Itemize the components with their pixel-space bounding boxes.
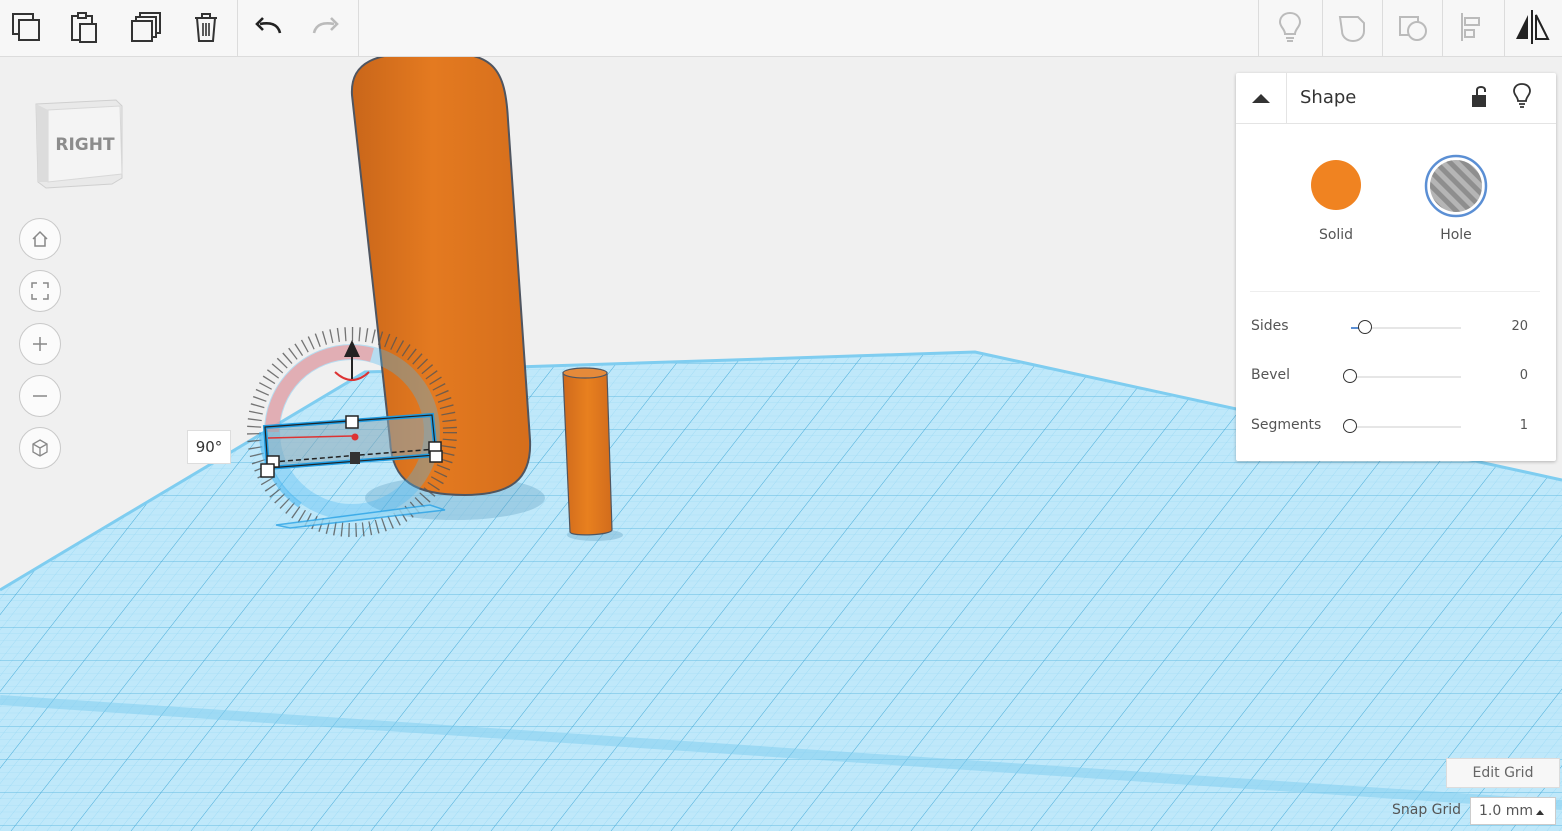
note-icon <box>1278 11 1302 42</box>
zoom-in-icon <box>33 337 47 351</box>
shape-panel-title: Shape <box>1300 87 1357 108</box>
duplicate-icon <box>131 12 161 42</box>
toolbar-divider <box>237 0 238 56</box>
segments-label: Segments <box>1251 417 1322 433</box>
panel-divider <box>1250 291 1540 292</box>
chevron-up-icon <box>1252 94 1270 103</box>
edit-grid-button[interactable]: Edit Grid <box>1446 758 1560 788</box>
toolbar-divider <box>358 0 359 56</box>
shape-info-button[interactable] <box>1510 81 1534 111</box>
sides-label: Sides <box>1251 318 1289 334</box>
unlock-icon <box>1472 86 1486 107</box>
bevel-value[interactable]: 0 <box>1488 368 1528 383</box>
delete-icon <box>195 13 217 42</box>
solid-label: Solid <box>1318 227 1354 243</box>
undo-icon <box>255 17 282 34</box>
perspective-icon <box>32 439 48 457</box>
copy-icon <box>12 13 40 41</box>
bevel-label: Bevel <box>1251 367 1291 383</box>
shape-panel: Shape Solid Hole Sides 20 Bevel 0 Segmen… <box>1236 73 1556 461</box>
fit-all-button[interactable] <box>19 270 61 312</box>
zoom-out-icon <box>33 395 47 397</box>
caret-up-icon <box>1536 810 1544 815</box>
ungroup-icon <box>1399 16 1427 41</box>
zoom-out-button[interactable] <box>19 375 61 417</box>
lock-button[interactable] <box>1468 83 1492 111</box>
solid-color-swatch[interactable] <box>1310 159 1362 211</box>
toolbar-divider <box>1442 0 1443 56</box>
lightbulb-icon <box>1513 83 1531 108</box>
bevel-slider[interactable] <box>1343 369 1461 383</box>
perspective-button[interactable] <box>19 427 61 469</box>
group-button[interactable] <box>1326 4 1378 50</box>
toolbar-divider <box>1322 0 1323 56</box>
group-icon <box>1338 16 1365 43</box>
toolbar-divider <box>1504 0 1505 56</box>
panel-collapse-button[interactable] <box>1236 73 1287 123</box>
paste-icon <box>71 12 97 43</box>
hole-swatch[interactable] <box>1424 154 1488 218</box>
sides-value[interactable]: 20 <box>1488 319 1528 334</box>
view-cube[interactable]: RIGHT <box>30 98 130 197</box>
duplicate-button[interactable] <box>120 4 172 50</box>
delete-button[interactable] <box>180 4 232 50</box>
toolbar-divider <box>1382 0 1383 56</box>
ungroup-button[interactable] <box>1386 4 1438 50</box>
segments-slider-knob[interactable] <box>1343 419 1357 433</box>
mirror-button[interactable] <box>1506 4 1558 50</box>
home-view-icon <box>32 230 48 247</box>
mirror-icon <box>1516 10 1550 44</box>
snap-grid-value: 1.0 mm <box>1479 803 1533 819</box>
sides-slider[interactable] <box>1351 320 1461 334</box>
redo-button[interactable] <box>300 4 352 50</box>
toolbar <box>0 0 1562 57</box>
fit-all-icon <box>31 282 49 300</box>
zoom-in-button[interactable] <box>19 323 61 365</box>
redo-icon <box>312 17 339 34</box>
undo-button[interactable] <box>242 4 294 50</box>
segments-value[interactable]: 1 <box>1488 418 1528 433</box>
align-button[interactable] <box>1446 4 1498 50</box>
snap-grid-label: Snap Grid <box>1392 802 1462 818</box>
toolbar-divider <box>1258 0 1259 56</box>
hole-label: Hole <box>1440 227 1472 243</box>
copy-button[interactable] <box>0 4 52 50</box>
snap-grid-select[interactable]: 1.0 mm <box>1470 797 1556 825</box>
segments-slider[interactable] <box>1343 419 1461 433</box>
paste-button[interactable] <box>58 4 110 50</box>
rotation-angle-label[interactable]: 90° <box>187 430 231 464</box>
bevel-slider-knob[interactable] <box>1343 369 1357 383</box>
home-view-button[interactable] <box>19 218 61 260</box>
align-icon <box>1461 13 1480 41</box>
view-cube-label: RIGHT <box>55 135 115 155</box>
shape-panel-header: Shape <box>1236 73 1556 124</box>
note-button[interactable] <box>1264 4 1316 50</box>
sides-slider-knob[interactable] <box>1358 320 1372 334</box>
